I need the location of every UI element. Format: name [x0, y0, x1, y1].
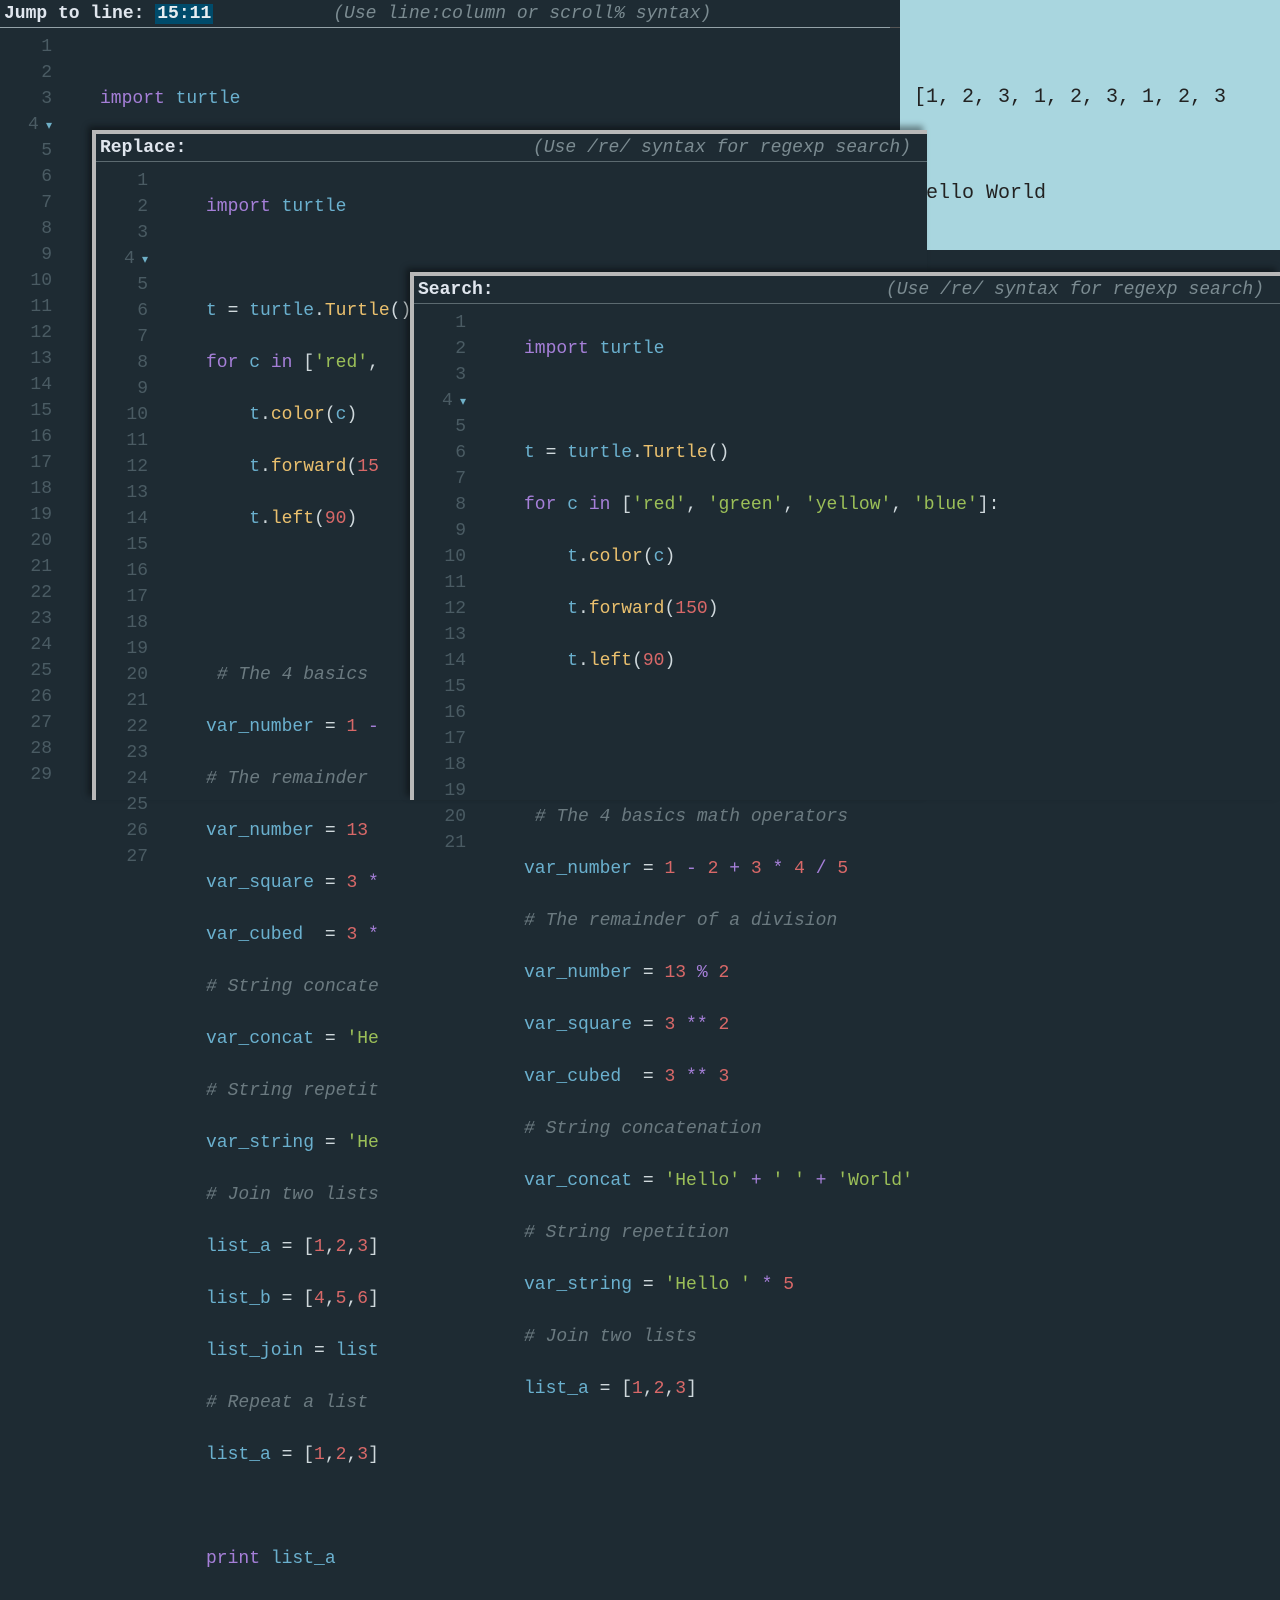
gutter: 1234567891011121314151617181920212223242…	[96, 162, 156, 1600]
divider	[0, 27, 890, 28]
gutter: 123456789101112131415161718192021	[414, 304, 474, 1454]
replace-bar: Replace: (Use /re/ syntax for regexp sea…	[96, 134, 927, 162]
replace-label: Replace:	[100, 138, 197, 158]
output-line: Hello World	[914, 178, 1266, 210]
jump-value[interactable]: 15:11	[155, 4, 213, 24]
search-bar: Search: (Use /re/ syntax for regexp sear…	[414, 276, 1280, 304]
search-label: Search:	[418, 280, 494, 300]
replace-input[interactable]	[197, 138, 317, 158]
search-input[interactable]	[494, 280, 614, 300]
search-hint: (Use /re/ syntax for regexp search)	[886, 280, 1276, 300]
jump-label: Jump to line:	[4, 4, 155, 24]
gutter: 1234567891011121314151617181920212223242…	[0, 28, 60, 803]
jump-hint: (Use line:column or scroll% syntax)	[333, 4, 723, 24]
replace-hint: (Use /re/ syntax for regexp search)	[533, 138, 923, 158]
code-area[interactable]: import turtle t = turtle.Turtle() for c …	[474, 304, 1280, 1454]
output-pane: [1, 2, 3, 1, 2, 3, 1, 2, 3 Hello World	[900, 0, 1280, 250]
search-panel[interactable]: Search: (Use /re/ syntax for regexp sear…	[410, 272, 1280, 800]
output-line: [1, 2, 3, 1, 2, 3, 1, 2, 3	[914, 82, 1266, 114]
